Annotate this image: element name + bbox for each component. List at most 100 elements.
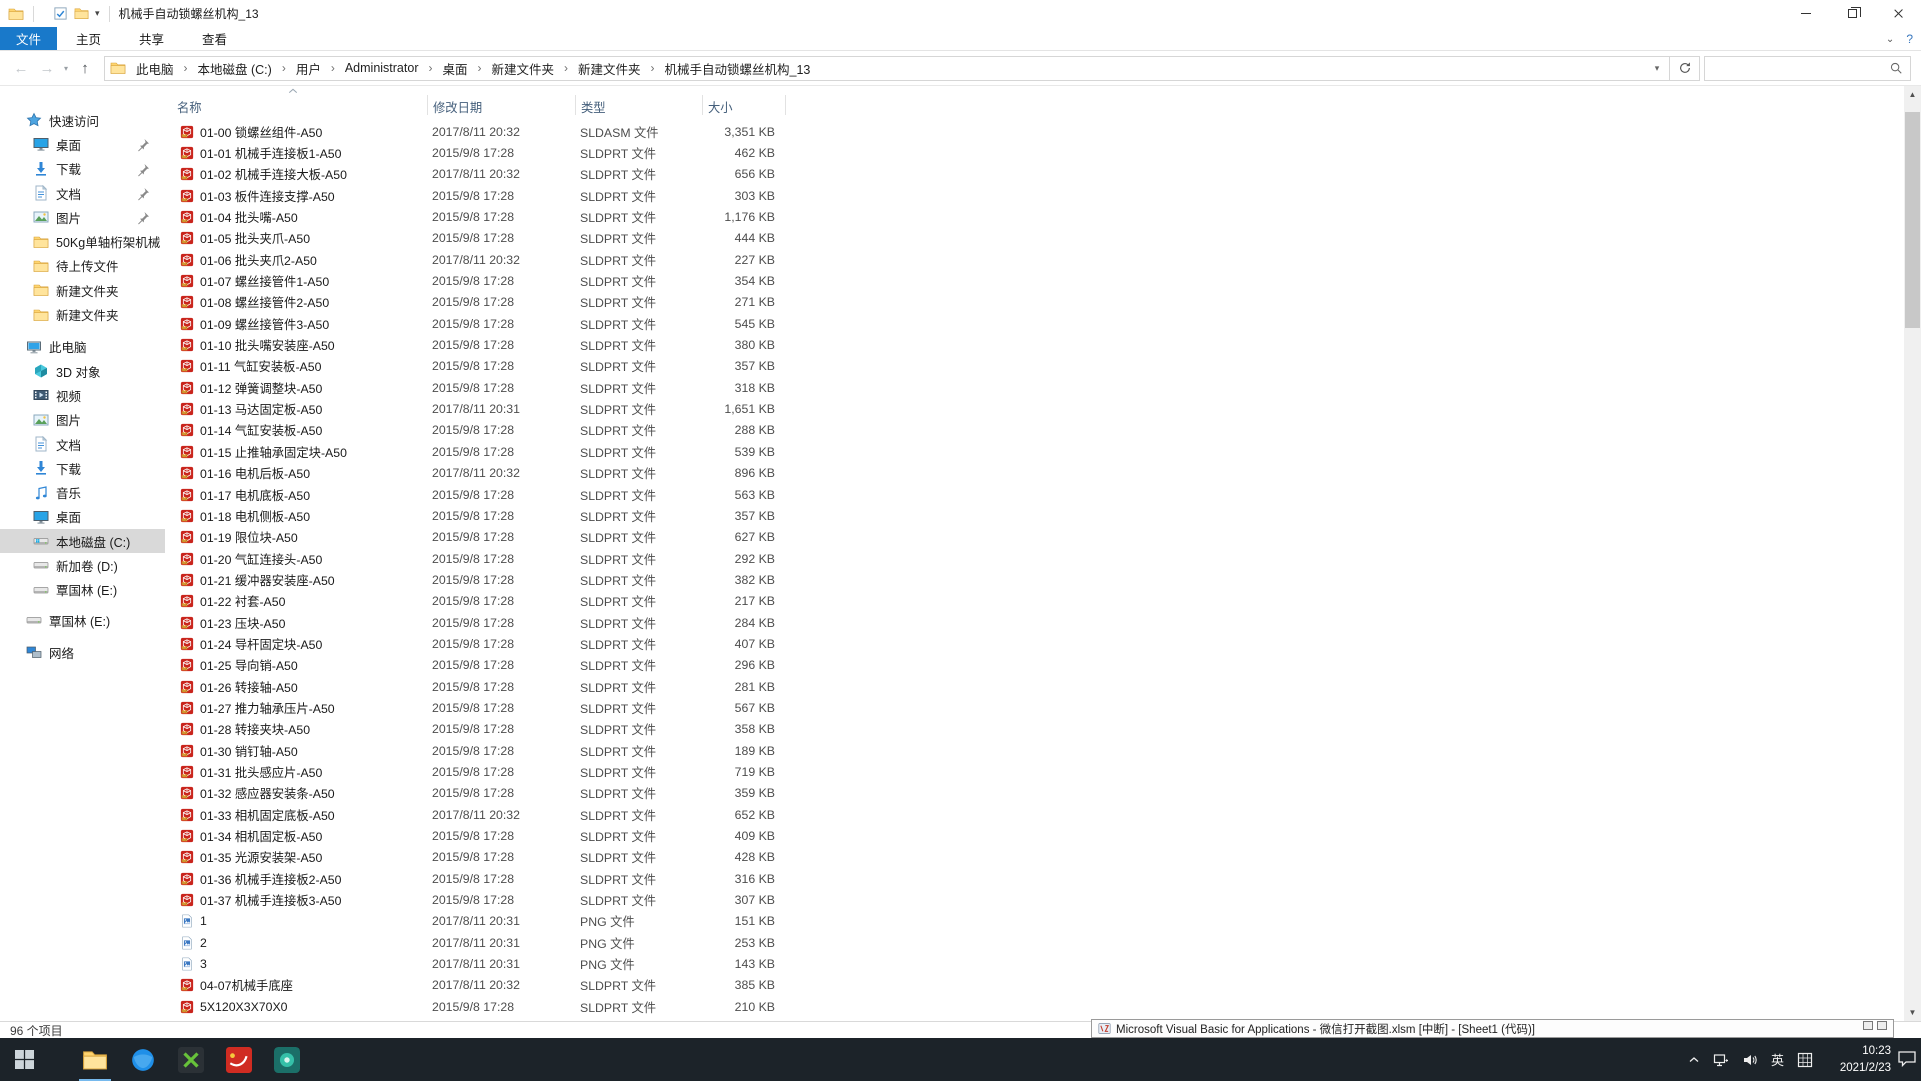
column-header-date[interactable]: 修改日期 xyxy=(433,98,482,116)
breadcrumb-separator-icon[interactable]: › xyxy=(422,61,438,75)
file-row[interactable]: 201501-17 电机底板-A502015/9/8 17:28SLDPRT 文… xyxy=(165,484,1903,505)
file-row[interactable]: 201501-09 螺丝接管件3-A502015/9/8 17:28SLDPRT… xyxy=(165,313,1903,334)
sidebar-item--[interactable]: 图片 xyxy=(0,205,165,229)
sidebar-item--d-[interactable]: 新加卷 (D:) xyxy=(0,553,165,577)
recent-locations-dropdown-icon[interactable]: ▾ xyxy=(60,64,72,73)
file-row[interactable]: 201501-37 机械手连接板3-A502015/9/8 17:28SLDPR… xyxy=(165,889,1903,910)
sidebar-item--[interactable]: 下载 xyxy=(0,157,165,181)
vba-window-titlebar[interactable]: Microsoft Visual Basic for Applications … xyxy=(1091,1019,1894,1038)
breadcrumb-segment[interactable]: Administrator xyxy=(341,61,423,75)
file-row[interactable]: 201501-10 批头嘴安装座-A502015/9/8 17:28SLDPRT… xyxy=(165,334,1903,355)
sidebar-item--[interactable]: 此电脑 xyxy=(0,335,165,359)
sidebar-item--[interactable]: 新建文件夹 xyxy=(0,302,165,326)
file-row[interactable]: 22017/8/11 20:31PNG 文件253 KB xyxy=(165,932,1903,953)
volume-icon[interactable] xyxy=(1742,1052,1758,1068)
breadcrumb-separator-icon[interactable]: › xyxy=(472,61,488,75)
sidebar-item--[interactable]: 待上传文件 xyxy=(0,254,165,278)
taskbar-app-messaging-app[interactable] xyxy=(263,1038,311,1081)
file-row[interactable]: 201501-16 电机后板-A502017/8/11 20:32SLDPRT … xyxy=(165,463,1903,484)
back-button[interactable]: ← xyxy=(8,60,34,77)
network-tray-icon[interactable] xyxy=(1713,1052,1729,1068)
file-row[interactable]: 32017/8/11 20:31PNG 文件143 KB xyxy=(165,953,1903,974)
vertical-scrollbar[interactable]: ▲ ▼ xyxy=(1904,86,1921,1021)
sidebar-item--[interactable]: 文档 xyxy=(0,432,165,456)
help-icon[interactable]: ? xyxy=(1906,32,1913,46)
refresh-button[interactable] xyxy=(1670,56,1700,81)
taskbar-app-solidworks[interactable] xyxy=(215,1038,263,1081)
minimize-button[interactable] xyxy=(1783,0,1829,27)
file-row[interactable]: 201501-00 锁螺丝组件-A502017/8/11 20:32SLDASM… xyxy=(165,121,1903,142)
file-row[interactable]: 201501-33 相机固定底板-A502017/8/11 20:32SLDPR… xyxy=(165,804,1903,825)
tab-share[interactable]: 共享 xyxy=(120,27,183,50)
sidebar-item--e-[interactable]: 覃国林 (E:) xyxy=(0,578,165,602)
column-header-name[interactable]: 名称 xyxy=(177,98,202,116)
close-button[interactable] xyxy=(1875,0,1921,27)
address-dropdown-icon[interactable]: ▾ xyxy=(1645,63,1669,74)
sidebar-item-3d-[interactable]: 3D 对象 xyxy=(0,359,165,383)
file-row[interactable]: 201501-26 转接轴-A502015/9/8 17:28SLDPRT 文件… xyxy=(165,676,1903,697)
file-row[interactable]: 201501-02 机械手连接大板-A502017/8/11 20:32SLDP… xyxy=(165,164,1903,185)
sidebar-item--[interactable]: 图片 xyxy=(0,408,165,432)
tray-chevron-up-icon[interactable] xyxy=(1688,1054,1700,1066)
sidebar-item--[interactable]: 桌面 xyxy=(0,132,165,156)
file-row[interactable]: 201501-07 螺丝接管件1-A502015/9/8 17:28SLDPRT… xyxy=(165,270,1903,291)
tab-view[interactable]: 查看 xyxy=(183,27,246,50)
scroll-up-icon[interactable]: ▲ xyxy=(1904,86,1921,103)
breadcrumb-segment[interactable]: 新建文件夹 xyxy=(574,59,645,78)
forward-button[interactable]: → xyxy=(34,60,60,77)
breadcrumb-separator-icon[interactable]: › xyxy=(276,61,292,75)
taskbar-clock[interactable]: 10:23 2021/2/23 xyxy=(1840,1038,1891,1081)
sidebar-item--c-[interactable]: 本地磁盘 (C:) xyxy=(0,529,165,553)
action-center-icon[interactable] xyxy=(1897,1050,1917,1068)
breadcrumb-separator-icon[interactable]: › xyxy=(645,61,661,75)
scrollbar-thumb[interactable] xyxy=(1905,112,1920,328)
file-row[interactable]: 201501-04 批头嘴-A502015/9/8 17:28SLDPRT 文件… xyxy=(165,206,1903,227)
file-row[interactable]: 201501-08 螺丝接管件2-A502015/9/8 17:28SLDPRT… xyxy=(165,292,1903,313)
file-row[interactable]: 201501-11 气缸安装板-A502015/9/8 17:28SLDPRT … xyxy=(165,356,1903,377)
file-row[interactable]: 201501-35 光源安装架-A502015/9/8 17:28SLDPRT … xyxy=(165,847,1903,868)
search-input[interactable] xyxy=(1705,61,1889,75)
ime-language-indicator[interactable]: 英 xyxy=(1771,1050,1784,1069)
file-row[interactable]: 201501-19 限位块-A502015/9/8 17:28SLDPRT 文件… xyxy=(165,527,1903,548)
sidebar-item-50kg-[interactable]: 50Kg单轴桁架机械 xyxy=(0,229,165,253)
file-row[interactable]: 12017/8/11 20:31PNG 文件151 KB xyxy=(165,911,1903,932)
breadcrumb-segment[interactable]: 机械手自动锁螺丝机构_13 xyxy=(661,59,815,78)
vba-maximize-button[interactable] xyxy=(1877,1021,1887,1030)
sidebar-item--[interactable]: 文档 xyxy=(0,181,165,205)
file-row[interactable]: 201501-25 导向销-A502015/9/8 17:28SLDPRT 文件… xyxy=(165,655,1903,676)
tab-home[interactable]: 主页 xyxy=(57,27,120,50)
expand-ribbon-icon[interactable]: ⌄ xyxy=(1886,34,1894,45)
column-header-type[interactable]: 类型 xyxy=(581,98,606,116)
file-row[interactable]: 201501-23 压块-A502015/9/8 17:28SLDPRT 文件2… xyxy=(165,612,1903,633)
file-row[interactable]: 201501-32 感应器安装条-A502015/9/8 17:28SLDPRT… xyxy=(165,783,1903,804)
sidebar-item--[interactable]: 新建文件夹 xyxy=(0,278,165,302)
file-row[interactable]: 201501-03 板件连接支撑-A502015/9/8 17:28SLDPRT… xyxy=(165,185,1903,206)
search-icon[interactable] xyxy=(1889,61,1903,75)
file-row[interactable]: 201501-06 批头夹爪2-A502017/8/11 20:32SLDPRT… xyxy=(165,249,1903,270)
file-row[interactable]: 201501-34 相机固定板-A502015/9/8 17:28SLDPRT … xyxy=(165,825,1903,846)
sidebar-item--e-[interactable]: 覃国林 (E:) xyxy=(0,608,165,632)
file-row[interactable]: 201501-18 电机侧板-A502015/9/8 17:28SLDPRT 文… xyxy=(165,505,1903,526)
tab-file[interactable]: 文件 xyxy=(0,27,57,50)
breadcrumb-separator-icon[interactable]: › xyxy=(558,61,574,75)
column-divider[interactable] xyxy=(785,95,786,115)
vba-restore-button[interactable] xyxy=(1863,1021,1873,1030)
sidebar-item--[interactable]: 网络 xyxy=(0,640,165,664)
column-header-size[interactable]: 大小 xyxy=(708,98,733,116)
file-row[interactable]: 201501-36 机械手连接板2-A502015/9/8 17:28SLDPR… xyxy=(165,868,1903,889)
file-row[interactable]: 201501-24 导杆固定块-A502015/9/8 17:28SLDPRT … xyxy=(165,633,1903,654)
file-row[interactable]: 201501-22 衬套-A502015/9/8 17:28SLDPRT 文件2… xyxy=(165,591,1903,612)
properties-icon[interactable] xyxy=(53,6,68,21)
column-divider[interactable] xyxy=(702,95,703,115)
sidebar-item--[interactable]: 音乐 xyxy=(0,480,165,504)
file-row[interactable]: 20155X120X3X70X02015/9/8 17:28SLDPRT 文件2… xyxy=(165,996,1903,1017)
breadcrumb-separator-icon[interactable]: › xyxy=(325,61,341,75)
column-divider[interactable] xyxy=(575,95,576,115)
file-row[interactable]: 201501-15 止推轴承固定块-A502015/9/8 17:28SLDPR… xyxy=(165,441,1903,462)
ime-grid-icon[interactable] xyxy=(1797,1052,1813,1068)
file-row[interactable]: 201501-31 批头感应片-A502015/9/8 17:28SLDPRT … xyxy=(165,761,1903,782)
file-row[interactable]: 201501-14 气缸安装板-A502015/9/8 17:28SLDPRT … xyxy=(165,420,1903,441)
quick-access-toolbar-dropdown-icon[interactable]: ▾ xyxy=(95,9,100,18)
taskbar-app-cad-tool[interactable] xyxy=(167,1038,215,1081)
breadcrumb-segment[interactable]: 此电脑 xyxy=(132,59,178,78)
